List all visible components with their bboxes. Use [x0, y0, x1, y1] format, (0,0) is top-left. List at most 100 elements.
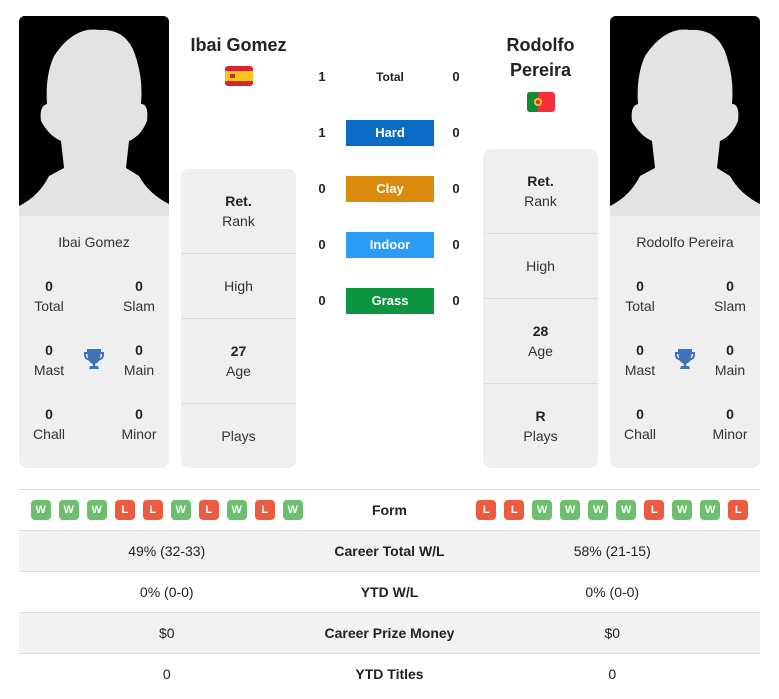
player2-form: LLWWWWLWWL: [464, 489, 760, 531]
p1-value: 0: [318, 181, 326, 196]
form-loss-badge[interactable]: L: [254, 500, 275, 520]
ytd-titles-row: 0 YTD Titles 0: [19, 653, 760, 695]
label: Age: [528, 343, 553, 359]
surface-indoor-button[interactable]: Indoor: [346, 232, 434, 258]
spain-flag-icon: [225, 66, 253, 86]
form-win-badge[interactable]: W: [616, 500, 637, 520]
player2-minor-titles: 0 Minor: [700, 404, 760, 444]
comparison-table: WWWLLWLWLW Form LLWWWWLWWL 49% (32-33) C…: [19, 489, 760, 695]
player1-titles-card: Ibai Gomez 0 Total 0 Slam 0 Mast 0 Main 0 Cha…: [19, 216, 169, 468]
player2-photo: [610, 16, 760, 216]
form-loss-badge[interactable]: L: [142, 500, 163, 520]
player2-ytd-wl: 0% (0-0): [464, 571, 760, 613]
value: 28: [532, 323, 549, 339]
value: 0: [726, 278, 734, 294]
h2h-grass-row: 0 Grass 0: [310, 288, 470, 314]
label: Total: [34, 298, 64, 314]
p2-value: 0: [452, 293, 460, 308]
player1-total-titles: 0 Total: [19, 276, 79, 316]
form-label: Form: [314, 489, 465, 531]
form-win-badge[interactable]: W: [30, 500, 51, 520]
form-win-badge[interactable]: W: [226, 500, 247, 520]
surface-hard-button[interactable]: Hard: [346, 120, 434, 146]
p1-value: 0: [318, 237, 326, 252]
ytd-wl-row: 0% (0-0) YTD W/L 0% (0-0): [19, 571, 760, 613]
player2-last-name: Pereira: [509, 60, 572, 80]
player2-plays: R Plays: [483, 384, 598, 468]
label: Main: [123, 362, 155, 378]
player2-ytd-titles: 0: [464, 653, 760, 695]
player2-chall-titles: 0 Chall: [610, 404, 670, 444]
value: 0: [636, 278, 644, 294]
player2-main-titles: 0 Main: [700, 340, 760, 380]
player1-name-link[interactable]: Ibai Gomez: [180, 33, 297, 58]
form-loss-badge[interactable]: L: [644, 500, 665, 520]
player1-ytd-wl: 0% (0-0): [19, 571, 315, 613]
label: Chall: [624, 426, 656, 442]
form-win-badge[interactable]: W: [532, 500, 553, 520]
form-win-badge[interactable]: W: [700, 500, 721, 520]
form-win-badge[interactable]: W: [588, 500, 609, 520]
label: Main: [714, 362, 746, 378]
player2-titles-card: Rodolfo Pereira 0 Total 0 Slam 0 Mast 0 Main…: [610, 216, 760, 468]
label: Plays: [221, 428, 256, 444]
label: Age: [226, 363, 251, 379]
form-win-badge[interactable]: W: [672, 500, 693, 520]
player1-slam-titles: 0 Slam: [109, 276, 169, 316]
value: 0: [45, 342, 53, 358]
p2-value: 0: [452, 237, 460, 252]
value: 0: [135, 278, 143, 294]
surface-grass-button[interactable]: Grass: [346, 288, 434, 314]
p1-value: 1: [318, 125, 326, 140]
form-win-badge[interactable]: W: [560, 500, 581, 520]
value: 27: [230, 343, 247, 359]
trophy-icon: [673, 347, 697, 371]
player2-age: 28 Age: [483, 299, 598, 384]
value: 0: [135, 406, 143, 422]
player1-card-name: Ibai Gomez: [58, 234, 130, 250]
value: 0: [135, 342, 143, 358]
form-loss-badge[interactable]: L: [114, 500, 135, 520]
form-win-badge[interactable]: W: [58, 500, 79, 520]
player1-chall-titles: 0 Chall: [19, 404, 79, 444]
form-loss-badge[interactable]: L: [198, 500, 219, 520]
ytd-titles-label: YTD Titles: [314, 653, 465, 695]
player1-form: WWWLLWLWLW: [19, 489, 315, 531]
surface-clay-button[interactable]: Clay: [346, 176, 434, 202]
form-win-badge[interactable]: W: [282, 500, 303, 520]
form-loss-badge[interactable]: L: [504, 500, 525, 520]
player1-prize-money: $0: [19, 612, 315, 654]
value: 0: [636, 342, 644, 358]
prize-money-row: $0 Career Prize Money $0: [19, 612, 760, 654]
player1-plays: Plays: [181, 404, 296, 468]
player1-age: 27 Age: [181, 319, 296, 404]
h2h-total-label: Total: [376, 70, 404, 84]
h2h-clay-row: 0 Clay 0: [310, 176, 470, 202]
player1-mast-titles: 0 Mast: [19, 340, 79, 380]
player2-info-card: Ret. Rank High 28 Age R Plays: [483, 149, 598, 468]
form-win-badge[interactable]: W: [170, 500, 191, 520]
h2h-hard-row: 1 Hard 0: [310, 120, 470, 146]
label: High: [526, 258, 555, 274]
label: Chall: [33, 426, 65, 442]
player2-slam-titles: 0 Slam: [700, 276, 760, 316]
form-loss-badge[interactable]: L: [728, 500, 749, 520]
prize-money-label: Career Prize Money: [314, 612, 465, 654]
player2-name-link[interactable]: Rodolfo Pereira: [482, 33, 599, 83]
label: Minor: [121, 426, 157, 442]
p2-value: 0: [452, 69, 460, 84]
value: R: [535, 408, 546, 424]
value: Ret.: [527, 173, 554, 189]
form-loss-badge[interactable]: L: [476, 500, 497, 520]
h2h-total-row: 1 Total 0: [310, 64, 470, 90]
label: Mast: [33, 362, 65, 378]
form-win-badge[interactable]: W: [86, 500, 107, 520]
h2h-indoor-row: 0 Indoor 0: [310, 232, 470, 258]
label: Slam: [123, 298, 155, 314]
ytd-wl-label: YTD W/L: [314, 571, 465, 613]
value: 0: [636, 406, 644, 422]
p1-value: 1: [318, 69, 326, 84]
career-total-row: 49% (32-33) Career Total W/L 58% (21-15): [19, 530, 760, 572]
player2-mast-titles: 0 Mast: [610, 340, 670, 380]
player2-prize-money: $0: [464, 612, 760, 654]
